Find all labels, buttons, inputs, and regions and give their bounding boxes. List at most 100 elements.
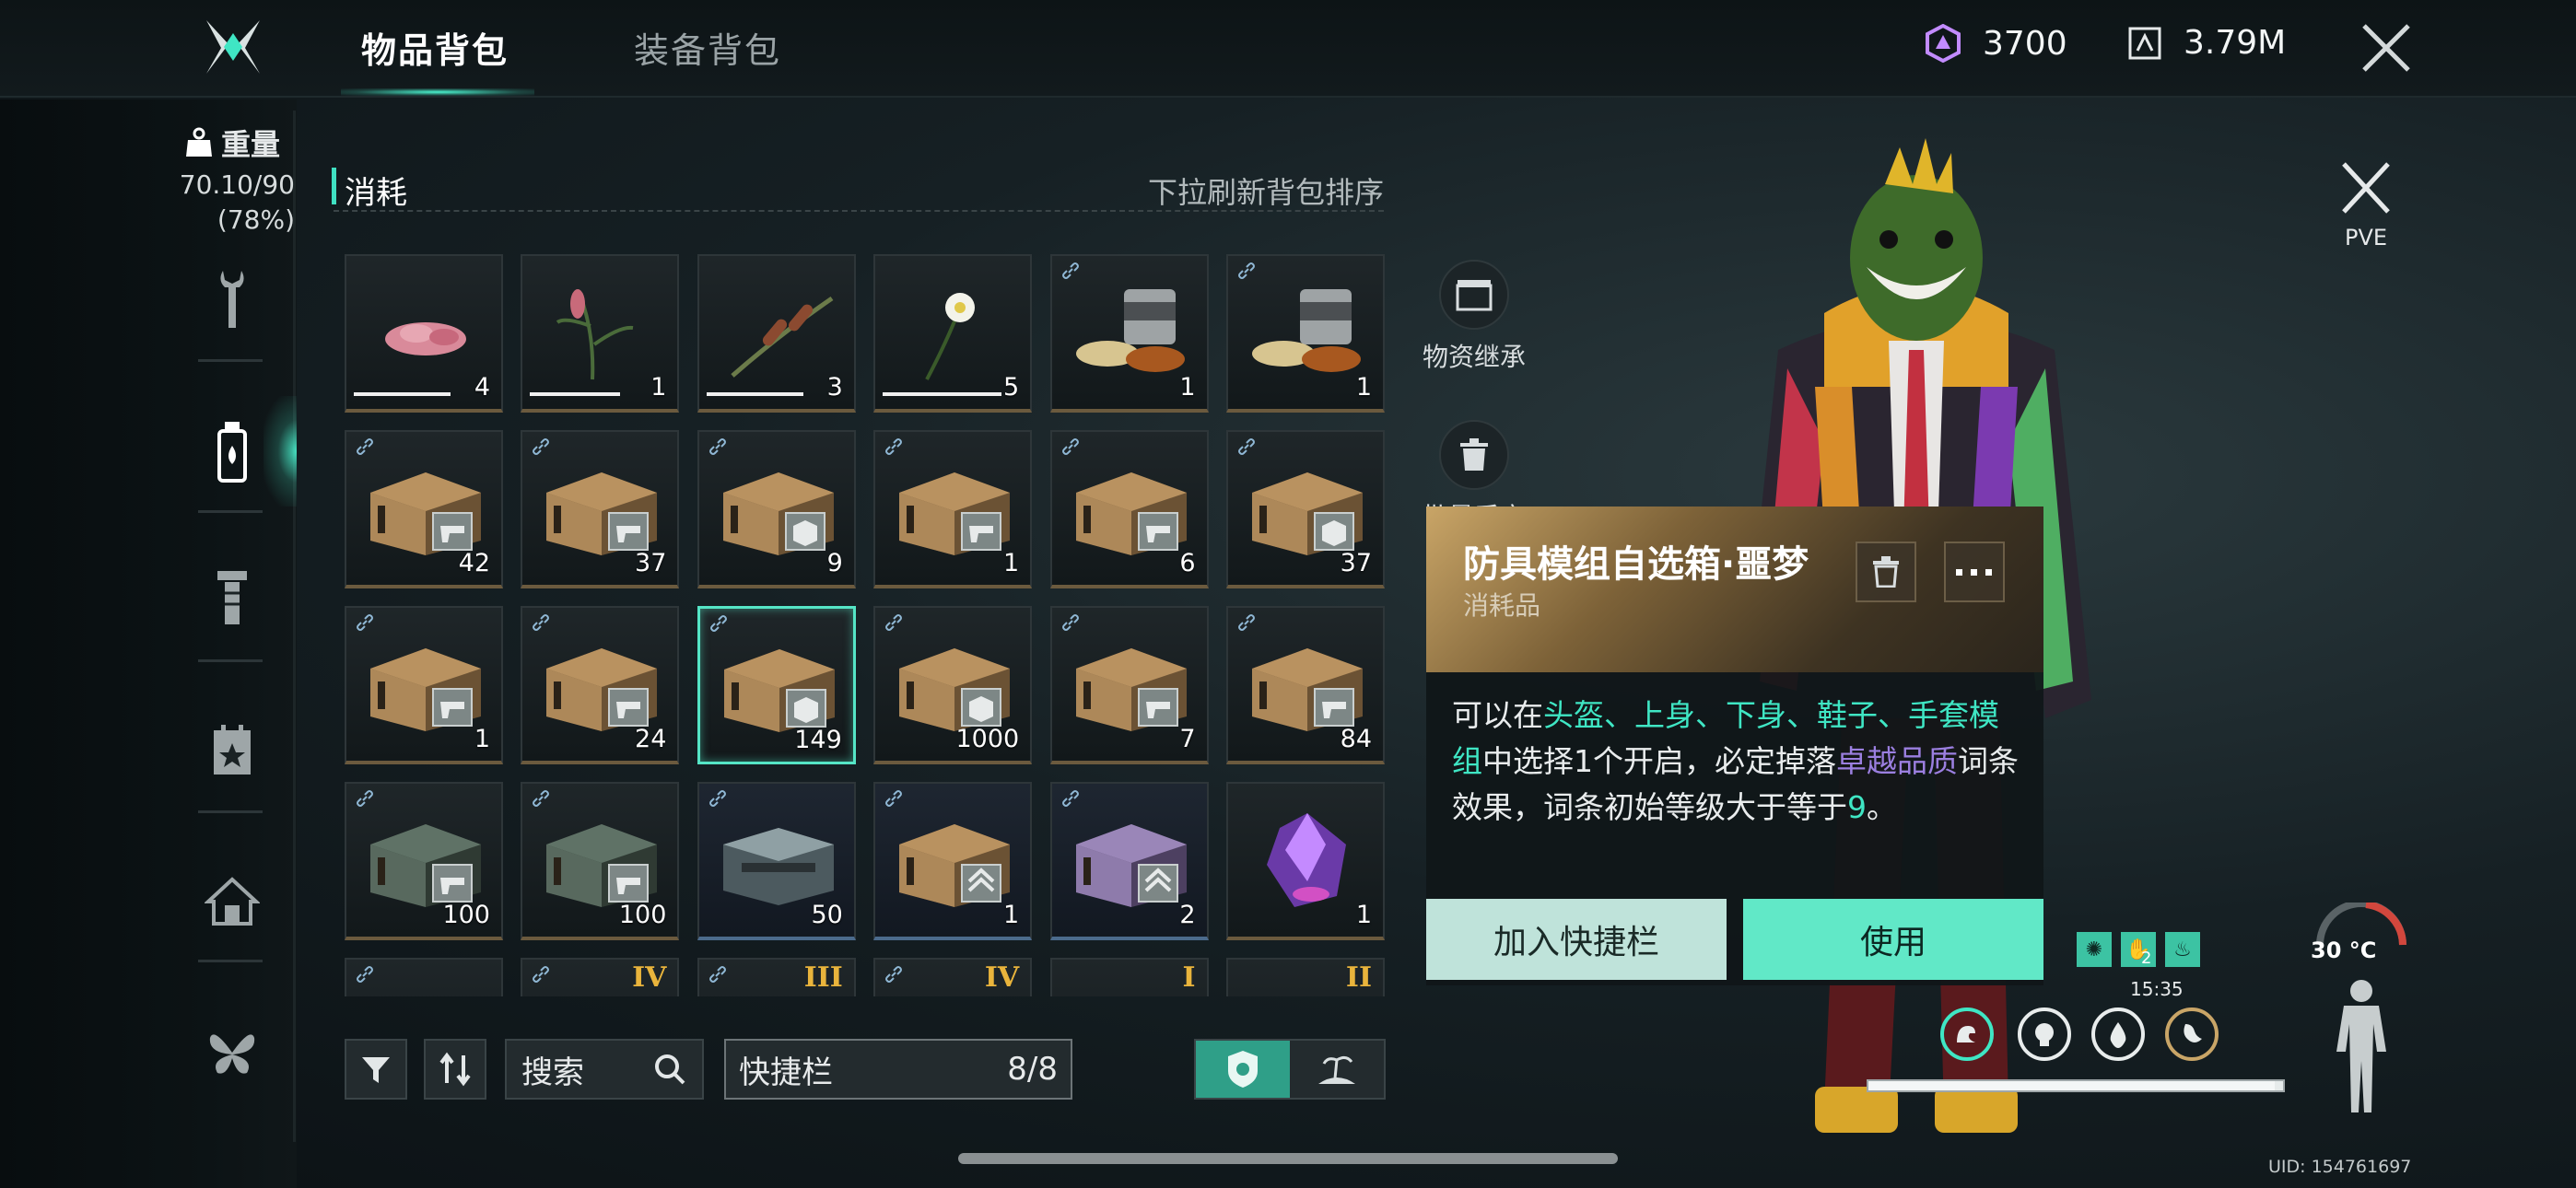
inventory-slot[interactable]: 3	[697, 254, 856, 413]
arm-strength-icon[interactable]	[1940, 1007, 1994, 1061]
weight-value: 70.10/90	[179, 169, 295, 200]
inventory-slot[interactable]: 1	[873, 430, 1033, 588]
sidebar-separator	[198, 810, 263, 813]
item-quantity: 100	[618, 901, 667, 929]
inventory-slot[interactable]: 6	[1049, 430, 1209, 588]
item-quantity: 7	[1179, 725, 1196, 753]
hotbar-button[interactable]: 快捷栏 8/8	[724, 1039, 1072, 1100]
desc-highlight-level: 9	[1847, 789, 1867, 825]
item-quantity: 4	[474, 373, 490, 402]
close-button[interactable]	[2359, 20, 2414, 76]
game-logo-icon	[201, 17, 265, 77]
inventory-slot[interactable]: 1000	[873, 606, 1033, 764]
discard-item-button[interactable]	[1856, 542, 1916, 602]
sidebar-item-events[interactable]	[205, 718, 260, 783]
inventory-slot[interactable]: 24	[521, 606, 680, 764]
inventory-slot[interactable]: 2	[1049, 782, 1209, 940]
use-item-button[interactable]: 使用	[1743, 899, 2043, 980]
canned-food-icon	[1075, 289, 1185, 372]
tab-item-backpack[interactable]: 物品背包	[361, 22, 509, 73]
inventory-slot[interactable]: 5	[873, 254, 1033, 413]
item-quantity: 3	[826, 373, 843, 402]
inventory-slot[interactable]: 1	[1226, 254, 1385, 413]
inventory-slot[interactable]: 1	[521, 254, 680, 413]
island-icon	[1318, 1055, 1355, 1084]
weapon-crate-icon	[546, 472, 658, 555]
currency-credits: 3.79M	[2126, 24, 2286, 62]
mode-indicator[interactable]: PVE	[2338, 158, 2394, 250]
toggle-backpack[interactable]	[1196, 1041, 1290, 1098]
weapon-crate-icon	[370, 648, 481, 731]
inventory-slot[interactable]: 1	[1049, 254, 1209, 413]
stomach-icon[interactable]	[2165, 1007, 2219, 1061]
weight-percent: (78%)	[217, 204, 295, 235]
sidebar-item-parts[interactable]	[205, 565, 260, 630]
more-icon	[1956, 569, 1992, 576]
inventory-slot[interactable]: IV	[873, 958, 1033, 996]
sidebar-separator	[198, 659, 263, 662]
desc-text: 中选择1个开启，必定掉落	[1482, 743, 1836, 779]
sidebar-item-tools[interactable]	[205, 267, 260, 332]
inventory-slot[interactable]: 50	[697, 782, 856, 940]
bound-link-icon	[885, 614, 903, 631]
inventory-slot[interactable]: 9	[697, 430, 856, 588]
inventory-slot[interactable]: 37	[1226, 430, 1385, 588]
sidebar-item-home[interactable]	[205, 869, 260, 934]
body-status-icon[interactable]	[2331, 978, 2392, 1116]
sidebar-item-pets[interactable]	[205, 1020, 260, 1085]
weapon-crate-icon	[1252, 648, 1363, 731]
inventory-slot[interactable]: 37	[521, 430, 680, 588]
bound-link-icon	[1061, 614, 1079, 631]
item-quantity: 1000	[955, 725, 1020, 753]
fire-icon[interactable]: ♨	[2165, 932, 2200, 967]
batch-discard-button[interactable]: 批量丢弃	[1419, 420, 1529, 507]
sidebar-active-indicator	[263, 396, 297, 507]
bound-link-icon	[533, 438, 550, 455]
bound-link-icon	[709, 615, 727, 632]
virus-icon[interactable]: ✺	[2077, 932, 2112, 967]
tier-label: II	[1345, 961, 1372, 994]
inventory-slot[interactable]: 42	[345, 430, 503, 588]
section-divider	[334, 210, 1384, 212]
item-quantity: 100	[442, 901, 490, 929]
armor-crate-icon	[899, 648, 1011, 731]
inventory-slot[interactable]: 100	[521, 782, 680, 940]
inventory-slot[interactable]: III	[697, 958, 856, 996]
inventory-slot[interactable]: 7	[1049, 606, 1209, 764]
inventory-slot[interactable]: 1	[873, 782, 1033, 940]
weight-title: 重量	[184, 122, 280, 164]
inventory-slot[interactable]	[345, 958, 503, 996]
more-options-button[interactable]	[1944, 542, 2005, 602]
user-id: UID: 154761697	[2268, 1157, 2412, 1177]
item-quantity: 50	[811, 901, 843, 929]
head-icon[interactable]	[2018, 1007, 2071, 1061]
search-field[interactable]: 搜索	[505, 1039, 704, 1100]
tab-equipment-backpack[interactable]: 装备背包	[634, 22, 781, 73]
inventory-slot[interactable]: II	[1226, 958, 1385, 996]
water-drop-icon[interactable]	[2091, 1007, 2145, 1061]
sidebar-item-consumables[interactable]	[205, 420, 260, 484]
weight-icon	[186, 127, 212, 157]
item-quantity: 9	[826, 549, 843, 577]
inventory-slot[interactable]: 1	[1226, 782, 1385, 940]
inventory-slot[interactable]: I	[1049, 958, 1209, 996]
inventory-slot[interactable]: IV	[521, 958, 680, 996]
inventory-slot[interactable]: 84	[1226, 606, 1385, 764]
filter-button[interactable]	[345, 1039, 407, 1100]
inherit-circle	[1439, 260, 1509, 330]
search-icon	[655, 1054, 685, 1085]
inventory-slot[interactable]: 4	[345, 254, 503, 413]
tier-label: I	[1182, 961, 1196, 994]
sort-button[interactable]	[424, 1039, 486, 1100]
add-to-hotbar-button[interactable]: 加入快捷栏	[1426, 899, 1727, 980]
desc-highlight-quality: 卓越品质	[1836, 743, 1958, 779]
inventory-slot-selected[interactable]: 149	[697, 606, 856, 764]
bound-link-icon	[357, 966, 373, 983]
home-indicator[interactable]	[958, 1153, 1618, 1164]
inventory-slot[interactable]: 1	[345, 606, 503, 764]
inherit-button[interactable]: 物资继承	[1419, 260, 1529, 374]
toggle-island[interactable]	[1290, 1041, 1384, 1098]
inventory-slot[interactable]: 100	[345, 782, 503, 940]
desc-text: 可以在	[1452, 697, 1543, 733]
cattail-plant-icon	[731, 296, 834, 378]
